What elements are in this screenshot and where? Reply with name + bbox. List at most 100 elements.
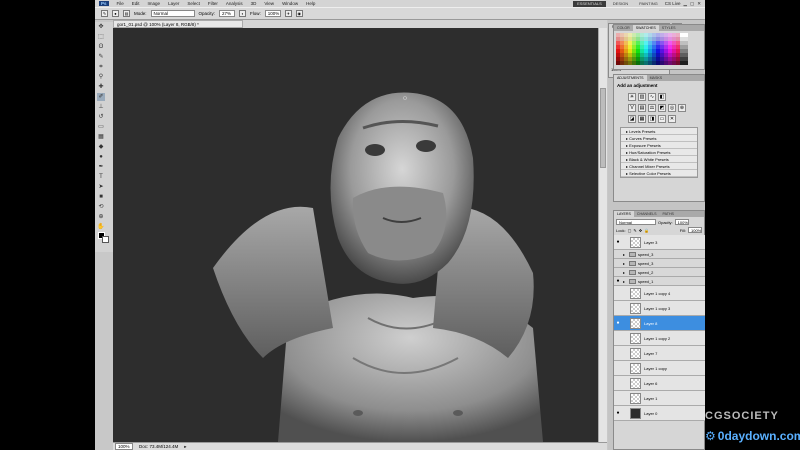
color-balance-icon[interactable]: ⚖ — [648, 104, 656, 112]
group-expand-icon[interactable]: ▸ — [623, 259, 625, 268]
curves-icon[interactable]: ∿ — [648, 93, 656, 101]
hand-tool-icon[interactable]: ✋ — [97, 223, 105, 231]
layer-row[interactable]: Layer 1 — [614, 391, 705, 406]
layer-group-row[interactable]: ▸ speed_3 — [614, 250, 705, 259]
tab-masks[interactable]: MASKS — [647, 75, 666, 81]
preset-selective-color[interactable]: ▸ Selective Color Presets — [621, 170, 697, 177]
layer-row[interactable]: Layer 1 copy — [614, 361, 705, 376]
brush-size-picker[interactable]: ● — [112, 10, 119, 17]
exposure-icon[interactable]: ◧ — [658, 93, 666, 101]
cs-live-button[interactable]: CS Live — [665, 1, 681, 6]
brush-tool-icon[interactable]: ✐ — [97, 93, 105, 101]
opacity-field[interactable]: 27% — [219, 10, 236, 17]
healing-brush-tool-icon[interactable]: ✚ — [97, 83, 105, 91]
layer-row[interactable]: ● Layer 3 — [614, 235, 705, 250]
layer-group-row[interactable]: ▸ speed_3 — [614, 259, 705, 268]
fill-field[interactable]: 100% — [688, 227, 702, 233]
channel-mixer-icon[interactable]: ⊛ — [678, 104, 686, 112]
group-expand-icon[interactable]: ▸ — [623, 277, 625, 286]
brush-panel-toggle-icon[interactable]: ▤ — [123, 10, 130, 17]
visibility-eye-icon[interactable]: ● — [615, 316, 621, 331]
layer-row[interactable]: ● Layer 0 — [614, 406, 705, 421]
3d-orbit-tool-icon[interactable]: ⊕ — [97, 213, 105, 221]
visibility-eye-icon[interactable]: ● — [615, 235, 621, 250]
layer-group-row[interactable]: ● ▸ speed_1 — [614, 277, 705, 286]
scrollbar-thumb[interactable] — [600, 88, 606, 168]
menu-edit[interactable]: Edit — [132, 1, 140, 6]
swatch[interactable] — [684, 61, 688, 65]
airbrush-icon[interactable]: ✈ — [284, 10, 292, 17]
menu-select[interactable]: Select — [187, 1, 200, 6]
path-select-tool-icon[interactable]: ➤ — [97, 183, 105, 191]
menu-window[interactable]: Window — [282, 1, 298, 6]
lock-pixels-icon[interactable]: ✎ — [633, 228, 636, 233]
menu-view[interactable]: View — [264, 1, 274, 6]
visibility-eye-icon[interactable]: ● — [615, 277, 621, 286]
layer-row[interactable]: Layer 6 — [614, 376, 705, 391]
tab-adjustments[interactable]: ADJUSTMENTS — [614, 75, 647, 81]
shape-tool-icon[interactable]: ■ — [97, 193, 105, 201]
visibility-eye-icon[interactable]: ● — [615, 406, 621, 421]
lock-transparent-icon[interactable]: ▢ — [628, 228, 632, 233]
minimize-button[interactable]: ▁ — [683, 1, 686, 7]
layer-row[interactable]: Layer 7 — [614, 346, 705, 361]
history-brush-tool-icon[interactable]: ↺ — [97, 113, 105, 121]
menu-analysis[interactable]: Analysis — [226, 1, 243, 6]
tab-layers[interactable]: LAYERS — [614, 211, 634, 217]
selective-color-icon[interactable]: ✕ — [668, 115, 676, 123]
quick-select-tool-icon[interactable]: ✎ — [97, 53, 105, 61]
menu-filter[interactable]: Filter — [208, 1, 218, 6]
tab-swatches[interactable]: SWATCHES — [632, 25, 659, 31]
pen-tool-icon[interactable]: ✒ — [97, 163, 105, 171]
vertical-scrollbar[interactable] — [598, 28, 607, 442]
pressure-opacity-icon[interactable]: ◐ — [239, 10, 247, 17]
crop-tool-icon[interactable]: ⌗ — [97, 63, 105, 71]
eraser-tool-icon[interactable]: ▭ — [97, 123, 105, 131]
workspace-painting[interactable]: PAINTING — [635, 1, 662, 7]
blur-tool-icon[interactable]: ◆ — [97, 143, 105, 151]
menu-image[interactable]: Image — [148, 1, 161, 6]
lock-all-icon[interactable]: 🔒 — [644, 228, 649, 233]
layer-opacity-field[interactable]: 100% — [674, 219, 689, 225]
brightness-contrast-icon[interactable]: ☀ — [628, 93, 636, 101]
levels-icon[interactable]: ▥ — [638, 93, 646, 101]
menu-layer[interactable]: Layer — [168, 1, 179, 6]
group-expand-icon[interactable]: ▸ — [623, 268, 625, 277]
lock-position-icon[interactable]: ✥ — [639, 228, 642, 233]
type-tool-icon[interactable]: T — [97, 173, 105, 181]
marquee-tool-icon[interactable]: ⬚ — [97, 33, 105, 41]
layer-group-row[interactable]: ▸ speed_2 — [614, 268, 705, 277]
tab-paths[interactable]: PATHS — [660, 211, 677, 217]
close-button[interactable]: ✕ — [697, 1, 701, 7]
preset-hue-saturation[interactable]: ▸ Hue/Saturation Presets — [621, 149, 697, 156]
status-menu-arrow-icon[interactable]: ▸ — [184, 444, 186, 450]
preset-levels[interactable]: ▸ Levels Presets — [621, 128, 697, 135]
photo-filter-icon[interactable]: ◎ — [668, 104, 676, 112]
mode-select[interactable]: Normal — [150, 10, 195, 17]
tab-styles[interactable]: STYLES — [659, 25, 679, 31]
preset-exposure[interactable]: ▸ Exposure Presets — [621, 142, 697, 149]
layer-row[interactable]: Layer 1 copy 3 — [614, 301, 705, 316]
layer-row[interactable]: Layer 1 copy 4 — [614, 286, 705, 301]
background-color-swatch[interactable] — [102, 236, 109, 243]
hue-saturation-icon[interactable]: ▤ — [638, 104, 646, 112]
flow-field[interactable]: 100% — [264, 10, 281, 17]
tab-color[interactable]: COLOR — [614, 25, 633, 31]
vibrance-icon[interactable]: V — [628, 104, 636, 112]
tab-channels[interactable]: CHANNELS — [634, 211, 660, 217]
3d-rotate-tool-icon[interactable]: ⟲ — [97, 203, 105, 211]
threshold-icon[interactable]: ◨ — [648, 115, 656, 123]
pressure-size-icon[interactable]: ◉ — [295, 10, 303, 17]
preset-curves[interactable]: ▸ Curves Presets — [621, 135, 697, 142]
menu-3d[interactable]: 3D — [251, 1, 257, 6]
workspace-design[interactable]: DESIGN — [609, 1, 632, 7]
gradient-tool-icon[interactable]: ▦ — [97, 133, 105, 141]
preset-black-white[interactable]: ▸ Black & White Presets — [621, 156, 697, 163]
workspace-essentials[interactable]: ESSENTIALS — [573, 0, 606, 7]
move-tool-icon[interactable]: ✥ — [97, 23, 105, 31]
posterize-icon[interactable]: ▦ — [638, 115, 646, 123]
document-tab[interactable]: gor1_01.psd @ 100% (Layer 8, RGB/8) * — [113, 20, 243, 28]
group-expand-icon[interactable]: ▸ — [623, 250, 625, 259]
black-white-icon[interactable]: ◩ — [658, 104, 666, 112]
clone-stamp-tool-icon[interactable]: ⊥ — [97, 103, 105, 111]
